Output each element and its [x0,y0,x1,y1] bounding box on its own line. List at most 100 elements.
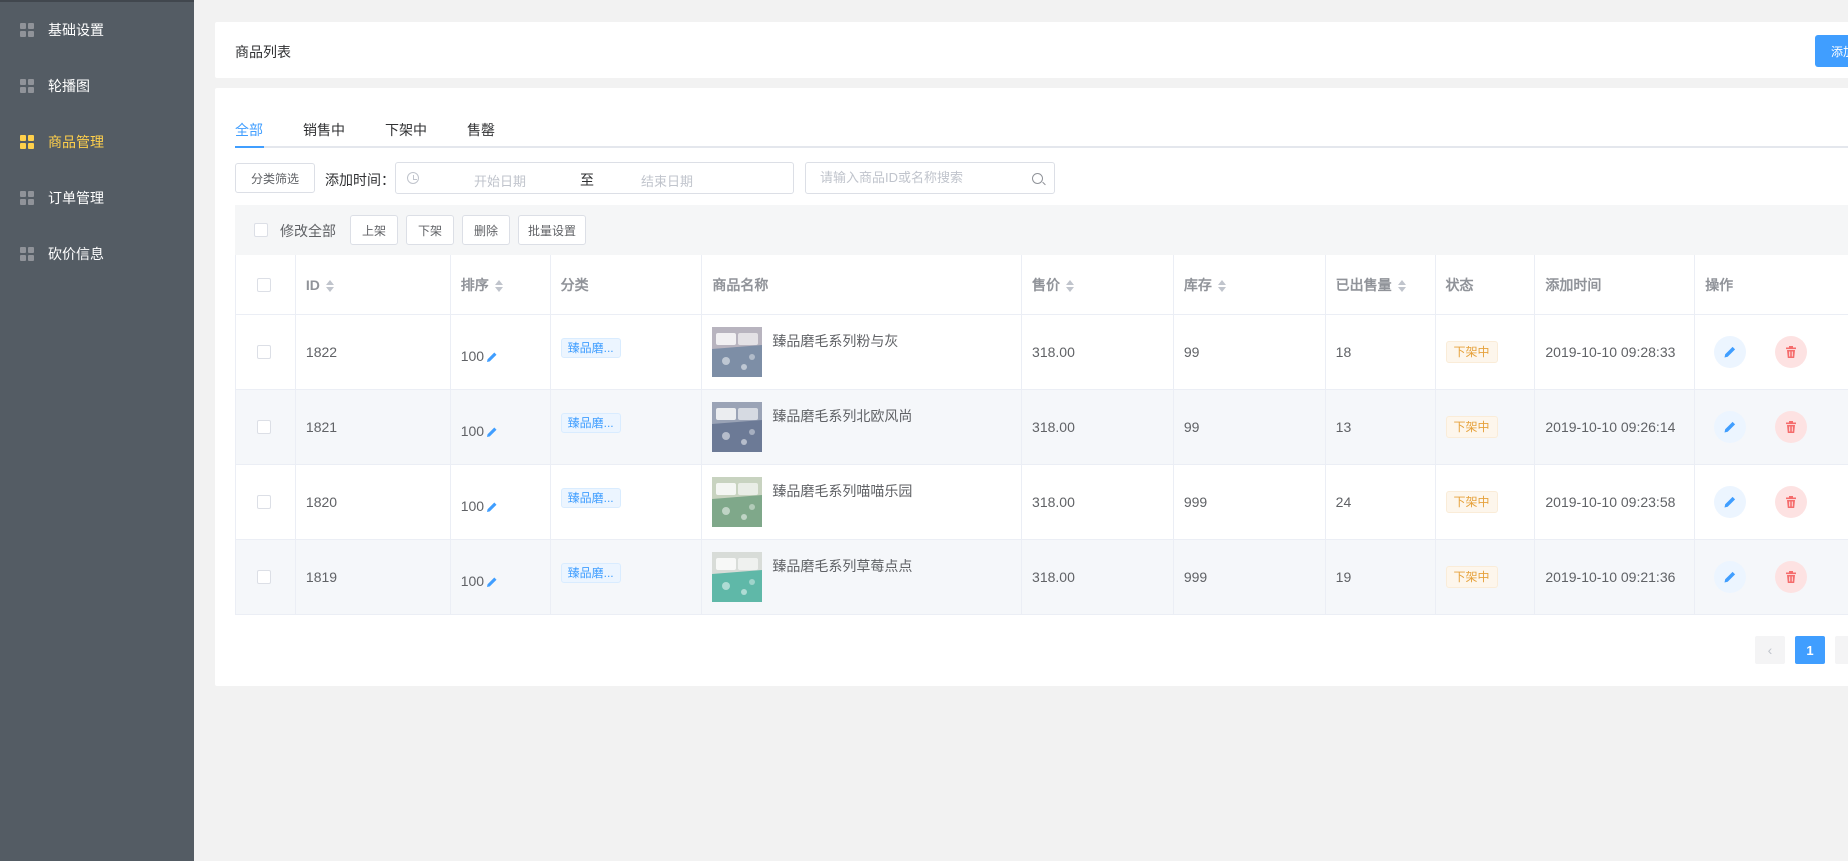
batch-settings-button[interactable]: 批量设置 [518,215,586,245]
header-label: 商品名称 [712,276,769,293]
pencil-icon [1724,346,1736,358]
status-badge: 下架中 [1445,341,1498,363]
header-id[interactable]: ID [296,255,451,314]
delete-button[interactable]: 删除 [462,215,510,245]
status-tabs: 全部 销售中 下架中 售罄 [235,120,1848,148]
product-thumbnail [712,402,763,452]
stock-value: 99 [1183,344,1200,360]
header-label: 分类 [560,276,589,293]
delete-row-button[interactable] [1775,336,1808,368]
sidebar-item-products[interactable]: 商品管理 [0,114,194,170]
time-cell: 2019-10-10 09:28:33 [1535,315,1696,389]
row-checkbox[interactable] [257,495,271,509]
end-date-input[interactable]: 结束日期 [641,171,693,190]
header-status: 状态 [1436,255,1536,314]
sidebar-item-bargain[interactable]: 砍价信息 [0,226,194,282]
tab-on-sale[interactable]: 销售中 [303,120,345,148]
table-header: ID 排序 分类 商品名称 售价 库存 已出售量 状态 添加时间 操作 [236,255,1848,315]
edit-sort-icon[interactable] [486,576,498,588]
delete-row-button[interactable] [1775,486,1808,518]
product-name[interactable]: 臻品磨毛系列粉与灰 [772,331,898,351]
sort-icon[interactable] [494,279,503,292]
stock-value: 999 [1183,494,1208,510]
sort-icon[interactable] [1066,279,1075,292]
sidebar-item-carousel[interactable]: 轮播图 [0,58,194,114]
stock-value: 999 [1183,569,1208,585]
id-cell: 1821 [296,390,451,464]
price-value: 318.00 [1032,344,1075,360]
row-checkbox[interactable] [257,570,271,584]
date-range-picker[interactable]: 开始日期 至 结束日期 [395,162,794,194]
status-cell: 下架中 [1436,465,1536,539]
grid-icon [20,135,34,149]
sort-icon[interactable] [325,279,334,292]
shelve-button[interactable]: 上架 [350,215,398,245]
header-added-time: 添加时间 [1535,255,1696,314]
delete-row-button[interactable] [1775,411,1808,443]
trash-icon [1786,346,1797,358]
product-name[interactable]: 臻品磨毛系列草莓点点 [772,556,912,576]
added-time: 2019-10-10 09:23:58 [1545,494,1676,510]
edit-sort-icon[interactable] [486,426,498,438]
product-name[interactable]: 臻品磨毛系列北欧风尚 [772,406,912,426]
unshelve-button[interactable]: 下架 [406,215,454,245]
sort-icon[interactable] [1397,279,1406,292]
select-all-checkbox[interactable] [254,223,268,237]
edit-sort-icon[interactable] [486,351,498,363]
sort-icon[interactable] [1217,279,1226,292]
sidebar-item-label: 砍价信息 [48,246,104,262]
sold-cell: 18 [1326,315,1436,389]
product-list-card: 全部 销售中 下架中 售罄 分类筛选 添加时间： 开始日期 至 结束日期 修改 [215,88,1848,686]
edit-button[interactable] [1714,411,1747,443]
sidebar-item-label: 轮播图 [48,78,90,94]
actions-cell [1695,540,1848,614]
stock-value: 99 [1183,419,1200,435]
product-name[interactable]: 臻品磨毛系列喵喵乐园 [772,481,912,501]
table-body: 1822 100 臻品磨... 臻品磨毛系列粉与灰 318.00 99 18 下… [236,315,1848,615]
stock-cell: 99 [1174,315,1326,389]
pencil-icon [1724,496,1736,508]
page-number-1[interactable]: 1 [1795,636,1825,664]
select-cell [236,465,296,539]
time-cell: 2019-10-10 09:23:58 [1535,465,1696,539]
tab-all[interactable]: 全部 [235,120,263,148]
header-sold[interactable]: 已出售量 [1326,255,1436,314]
edit-button[interactable] [1714,561,1747,593]
header-select-cell [236,255,296,314]
product-table: ID 排序 分类 商品名称 售价 库存 已出售量 状态 添加时间 操作 1822… [235,255,1848,615]
header-checkbox[interactable] [257,278,271,292]
price-value: 318.00 [1032,419,1075,435]
header-stock[interactable]: 库存 [1174,255,1326,314]
category-filter-button[interactable]: 分类筛选 [235,163,315,193]
edit-button[interactable] [1714,336,1747,368]
active-tab-indicator [235,146,264,148]
header-price[interactable]: 售价 [1022,255,1174,314]
tab-sold-out[interactable]: 售罄 [467,120,495,148]
prev-page-button[interactable]: ‹ [1755,636,1785,664]
header-sort[interactable]: 排序 [451,255,551,314]
row-checkbox[interactable] [257,345,271,359]
tab-off-shelf[interactable]: 下架中 [385,120,427,148]
pencil-icon [1724,571,1736,583]
edit-sort-icon[interactable] [486,501,498,513]
search-input[interactable] [820,170,1020,185]
product-thumbnail [712,552,763,602]
added-time: 2019-10-10 09:21:36 [1545,569,1676,585]
delete-row-button[interactable] [1775,561,1808,593]
pencil-icon [1724,421,1736,433]
batch-action-bar: 修改全部 上架 下架 删除 批量设置 [235,205,1848,255]
sort-value: 100 [460,347,485,364]
grid-icon [20,191,34,205]
add-product-button[interactable]: 添加商品 [1815,35,1848,67]
time-cell: 2019-10-10 09:21:36 [1535,540,1696,614]
sidebar-item-orders[interactable]: 订单管理 [0,170,194,226]
row-checkbox[interactable] [257,420,271,434]
start-date-input[interactable]: 开始日期 [474,171,526,190]
edit-button[interactable] [1714,486,1747,518]
category-cell: 臻品磨... [551,390,703,464]
search-icon[interactable] [1032,173,1043,184]
main-area: 商品列表 添加商品 全部 销售中 下架中 售罄 分类筛选 添加时间： 开始日期 … [194,0,1848,861]
next-page-button[interactable] [1835,636,1848,664]
grid-icon [20,247,34,261]
sidebar-item-basic-settings[interactable]: 基础设置 [0,2,194,58]
